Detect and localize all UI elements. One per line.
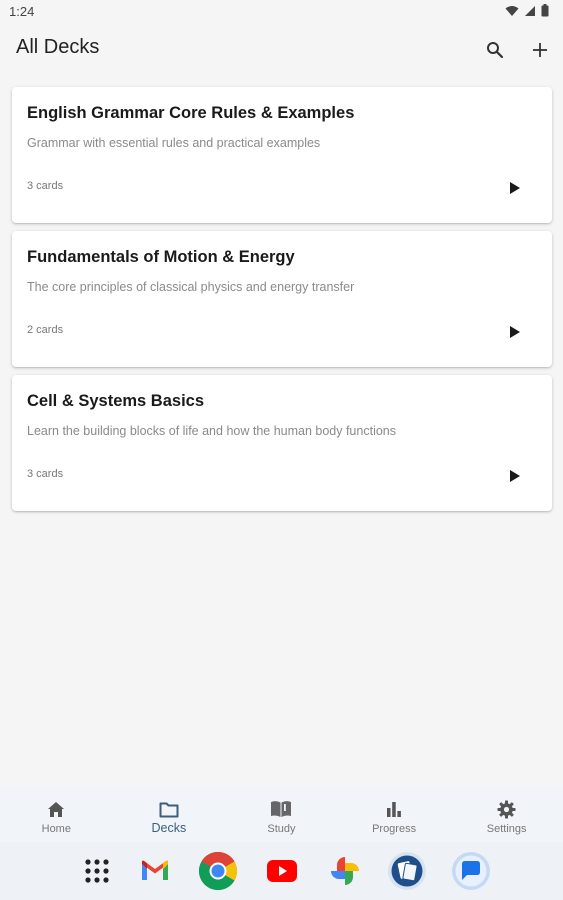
play-deck-button[interactable] <box>504 321 526 343</box>
bar-chart-icon <box>383 798 405 820</box>
plus-icon <box>533 43 547 57</box>
battery-icon <box>541 4 549 17</box>
deck-card[interactable]: English Grammar Core Rules & Examples Gr… <box>12 87 552 223</box>
play-icon <box>510 326 520 338</box>
messages-icon[interactable] <box>451 851 491 891</box>
deck-card[interactable]: Cell & Systems Basics Learn the building… <box>12 375 552 511</box>
deck-card[interactable]: Fundamentals of Motion & Energy The core… <box>12 231 552 367</box>
add-deck-button[interactable] <box>527 37 553 63</box>
folder-icon <box>158 798 180 820</box>
nav-label: Settings <box>486 823 527 835</box>
deck-card-count: 2 cards <box>27 324 64 336</box>
play-deck-button[interactable] <box>504 465 526 487</box>
nav-label: Home <box>41 823 71 835</box>
deck-title: Cell & Systems Basics <box>27 392 205 410</box>
play-icon <box>510 182 520 194</box>
status-time: 1:24 <box>9 4 35 19</box>
bottom-nav: Home Decks Study Progress Settings <box>0 786 563 842</box>
nav-label: Study <box>267 823 296 835</box>
status-bar: 1:24 <box>0 0 563 24</box>
home-icon <box>45 798 67 820</box>
nav-item-study[interactable]: Study <box>225 786 338 842</box>
deck-description: Grammar with essential rules and practic… <box>27 136 321 150</box>
launcher-dock <box>0 842 563 900</box>
status-icons <box>505 4 549 17</box>
deck-title: Fundamentals of Motion & Energy <box>27 248 295 266</box>
gear-icon <box>496 798 518 820</box>
play-deck-button[interactable] <box>504 177 526 199</box>
flashcards-app-icon[interactable] <box>387 851 427 891</box>
nav-item-settings[interactable]: Settings <box>450 786 563 842</box>
chrome-icon[interactable] <box>198 851 238 891</box>
deck-description: Learn the building blocks of life and ho… <box>27 424 396 438</box>
deck-description: The core principles of classical physics… <box>27 280 355 294</box>
search-icon <box>487 42 504 59</box>
deck-card-count: 3 cards <box>27 468 64 480</box>
photos-icon[interactable] <box>325 851 365 891</box>
gmail-icon[interactable] <box>135 851 175 891</box>
nav-label: Progress <box>372 823 417 835</box>
deck-card-count: 3 cards <box>27 180 64 192</box>
play-icon <box>510 470 520 482</box>
youtube-icon[interactable] <box>262 851 302 891</box>
search-button[interactable] <box>482 37 508 63</box>
nav-item-decks[interactable]: Decks <box>113 786 226 842</box>
nav-item-home[interactable]: Home <box>0 786 113 842</box>
nav-label: Decks <box>151 821 187 835</box>
deck-list: English Grammar Core Rules & Examples Gr… <box>12 87 552 519</box>
nav-item-progress[interactable]: Progress <box>338 786 451 842</box>
app-drawer-icon[interactable] <box>77 851 117 891</box>
page-title: All Decks <box>16 36 100 58</box>
app-bar: All Decks <box>0 24 563 74</box>
wifi-icon <box>505 5 519 16</box>
deck-title: English Grammar Core Rules & Examples <box>27 104 355 122</box>
book-icon <box>270 798 292 820</box>
signal-icon <box>525 5 535 16</box>
